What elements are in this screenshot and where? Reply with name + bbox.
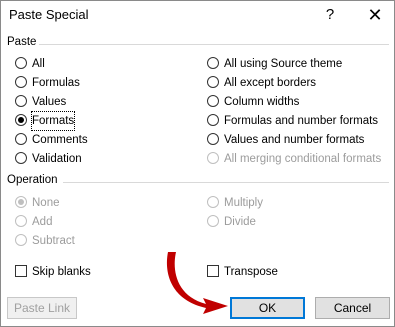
help-button[interactable]: ? [317, 4, 343, 26]
option-label: Formulas and number formats [224, 115, 379, 127]
option-label: Values [32, 96, 67, 108]
option-label: All merging conditional formats [224, 153, 382, 165]
radio-button-disabled[interactable] [207, 152, 219, 164]
option-label: Formats [30, 111, 76, 131]
radio-button[interactable] [207, 95, 219, 107]
title-bar: Paste Special ? ✕ [1, 1, 394, 31]
option-label: Multiply [224, 197, 263, 209]
radio-button[interactable] [15, 76, 27, 88]
radio-button[interactable] [207, 76, 219, 88]
radio-button-disabled[interactable] [15, 234, 27, 246]
checkbox[interactable] [207, 265, 219, 277]
radio-button[interactable] [207, 133, 219, 145]
radio-button[interactable] [207, 57, 219, 69]
ok-button[interactable]: OK [230, 297, 305, 319]
radio-button-selected-disabled[interactable] [15, 196, 27, 208]
option-label: All except borders [224, 77, 317, 89]
option-label: Divide [224, 216, 256, 228]
radio-button[interactable] [207, 114, 219, 126]
checkbox[interactable] [15, 265, 27, 277]
option-label: Subtract [32, 235, 75, 247]
radio-button[interactable] [15, 95, 27, 107]
option-label: Values and number formats [224, 134, 365, 146]
option-label: Column widths [224, 96, 300, 108]
paste-group-divider [39, 44, 389, 45]
option-label: Add [32, 216, 53, 228]
cancel-button[interactable]: Cancel [315, 297, 390, 319]
paste-link-button[interactable]: Paste Link [7, 297, 77, 319]
option-label: Comments [32, 134, 88, 146]
radio-button-disabled[interactable] [15, 215, 27, 227]
close-button[interactable]: ✕ [362, 4, 388, 26]
radio-button-selected[interactable] [15, 114, 27, 126]
radio-button[interactable] [15, 57, 27, 69]
operation-group-label: Operation [7, 174, 58, 186]
dialog-title: Paste Special [9, 7, 89, 22]
option-label: Validation [32, 153, 82, 165]
radio-button-disabled[interactable] [207, 196, 219, 208]
paste-special-dialog: Paste Special ? ✕ Paste All Formulas Val… [0, 0, 395, 327]
checkbox-label: Skip blanks [32, 266, 91, 278]
radio-button[interactable] [15, 152, 27, 164]
checkbox-label: Transpose [224, 266, 278, 278]
option-label: None [32, 197, 60, 209]
option-label: All [32, 58, 45, 70]
option-label: All using Source theme [224, 58, 343, 70]
radio-button-disabled[interactable] [207, 215, 219, 227]
radio-button[interactable] [15, 133, 27, 145]
operation-group-divider [63, 182, 389, 183]
option-label: Formulas [32, 77, 80, 89]
paste-group-label: Paste [7, 36, 37, 48]
